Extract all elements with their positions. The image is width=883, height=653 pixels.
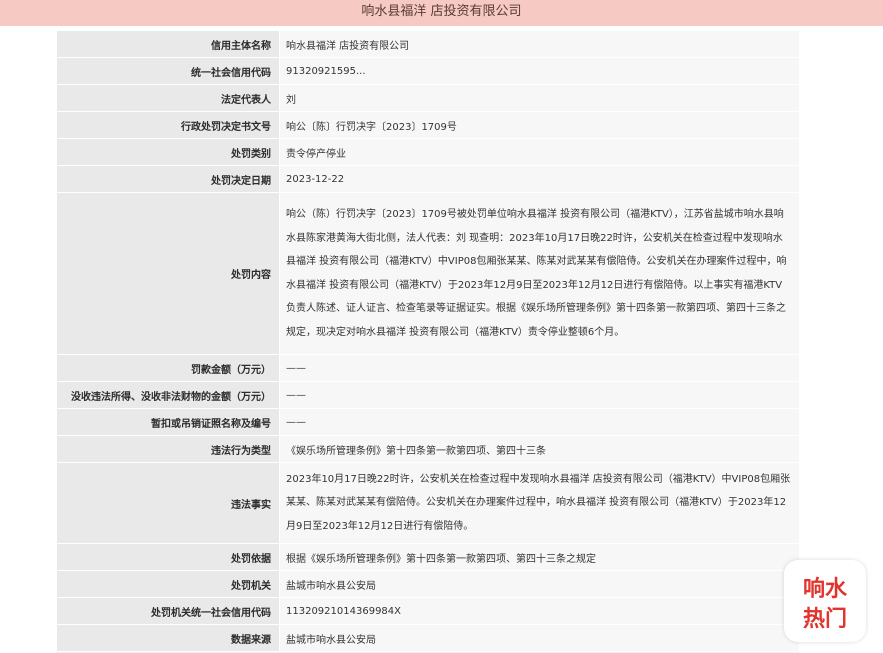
table-row-decision-date: 处罚决定日期 2023-12-22 [56, 165, 799, 193]
record-table-container: 信用主体名称 响水县福洋 店投资有限公司 统一社会信用代码 9132092159… [56, 30, 799, 653]
page-title: 响水县福洋 店投资有限公司 [0, 0, 883, 26]
table-row-fine-amount: 罚款金额（万元） —— [56, 354, 799, 382]
row-value: —— [279, 354, 799, 382]
row-label: 处罚内容 [56, 192, 280, 355]
row-value: 盐城市响水县公安局 [279, 570, 799, 598]
row-label: 处罚机关统一社会信用代码 [56, 597, 280, 625]
table-row-violation-type: 违法行为类型 《娱乐场所管理条例》第十四条第一款第四项、第四十三条 [56, 435, 799, 463]
row-label: 暂扣或吊销证照名称及编号 [56, 408, 280, 436]
row-value: 响公（陈）行罚决字〔2023〕1709号被处罚单位响水县福洋 投资有限公司（福港… [279, 192, 799, 355]
row-value: 根据《娱乐场所管理条例》第十四条第一款第四项、第四十三条之规定 [279, 543, 799, 571]
row-label: 处罚依据 [56, 543, 280, 571]
table-row-penalty-authority: 处罚机关 盐城市响水县公安局 [56, 570, 799, 598]
xiangshui-hot-logo: 响水 热门 [784, 560, 866, 642]
table-row-data-source: 数据来源 盐城市响水县公安局 [56, 624, 799, 652]
table-row-credit-subject-name: 信用主体名称 响水县福洋 店投资有限公司 [56, 30, 799, 58]
row-value: 盐城市响水县公安局 [279, 624, 799, 652]
row-label: 处罚类别 [56, 138, 280, 166]
penalty-record-table: 信用主体名称 响水县福洋 店投资有限公司 统一社会信用代码 9132092159… [56, 30, 799, 652]
logo-text-top: 响水 [803, 576, 848, 602]
table-row-violation-facts: 违法事实 2023年10月17日晚22时许，公安机关在检查过程中发现响水县福洋 … [56, 462, 799, 544]
logo-graphic: 响水 热门 [803, 576, 848, 632]
row-label: 数据来源 [56, 624, 280, 652]
logo-text-bottom: 热门 [803, 606, 847, 632]
row-label: 法定代表人 [56, 84, 280, 112]
table-row-license-revocation: 暂扣或吊销证照名称及编号 —— [56, 408, 799, 436]
row-value: —— [279, 381, 799, 409]
row-label: 没收违法所得、没收非法财物的金额（万元） [56, 381, 280, 409]
row-value: 响水县福洋 店投资有限公司 [279, 30, 799, 58]
row-label: 处罚决定日期 [56, 165, 280, 193]
row-value: 2023年10月17日晚22时许，公安机关在检查过程中发现响水县福洋 店投资有限… [279, 462, 799, 544]
row-value: 91320921595... [279, 57, 799, 85]
row-label: 罚款金额（万元） [56, 354, 280, 382]
row-label: 违法事实 [56, 462, 280, 544]
row-label: 统一社会信用代码 [56, 57, 280, 85]
table-row-authority-credit-code: 处罚机关统一社会信用代码 11320921014369984X [56, 597, 799, 625]
table-row-penalty-basis: 处罚依据 根据《娱乐场所管理条例》第十四条第一款第四项、第四十三条之规定 [56, 543, 799, 571]
row-label: 违法行为类型 [56, 435, 280, 463]
table-row-legal-representative: 法定代表人 刘 [56, 84, 799, 112]
table-row-decision-number: 行政处罚决定书文号 响公〔陈〕行罚决字〔2023〕1709号 [56, 111, 799, 139]
row-value: 责令停产停业 [279, 138, 799, 166]
row-label: 行政处罚决定书文号 [56, 111, 280, 139]
row-value: —— [279, 408, 799, 436]
table-row-penalty-content: 处罚内容 响公（陈）行罚决字〔2023〕1709号被处罚单位响水县福洋 投资有限… [56, 192, 799, 355]
row-label: 信用主体名称 [56, 30, 280, 58]
row-value: 2023-12-22 [279, 165, 799, 193]
row-label: 处罚机关 [56, 570, 280, 598]
row-value: 响公〔陈〕行罚决字〔2023〕1709号 [279, 111, 799, 139]
row-value: 11320921014369984X [279, 597, 799, 625]
table-row-penalty-category: 处罚类别 责令停产停业 [56, 138, 799, 166]
table-row-credit-code: 统一社会信用代码 91320921595... [56, 57, 799, 85]
page: 响水县福洋 店投资有限公司 信用主体名称 响水县福洋 店投资有限公司 统一社会信… [0, 0, 883, 653]
table-row-confiscation-amount: 没收违法所得、没收非法财物的金额（万元） —— [56, 381, 799, 409]
row-value: 刘 [279, 84, 799, 112]
row-value: 《娱乐场所管理条例》第十四条第一款第四项、第四十三条 [279, 435, 799, 463]
